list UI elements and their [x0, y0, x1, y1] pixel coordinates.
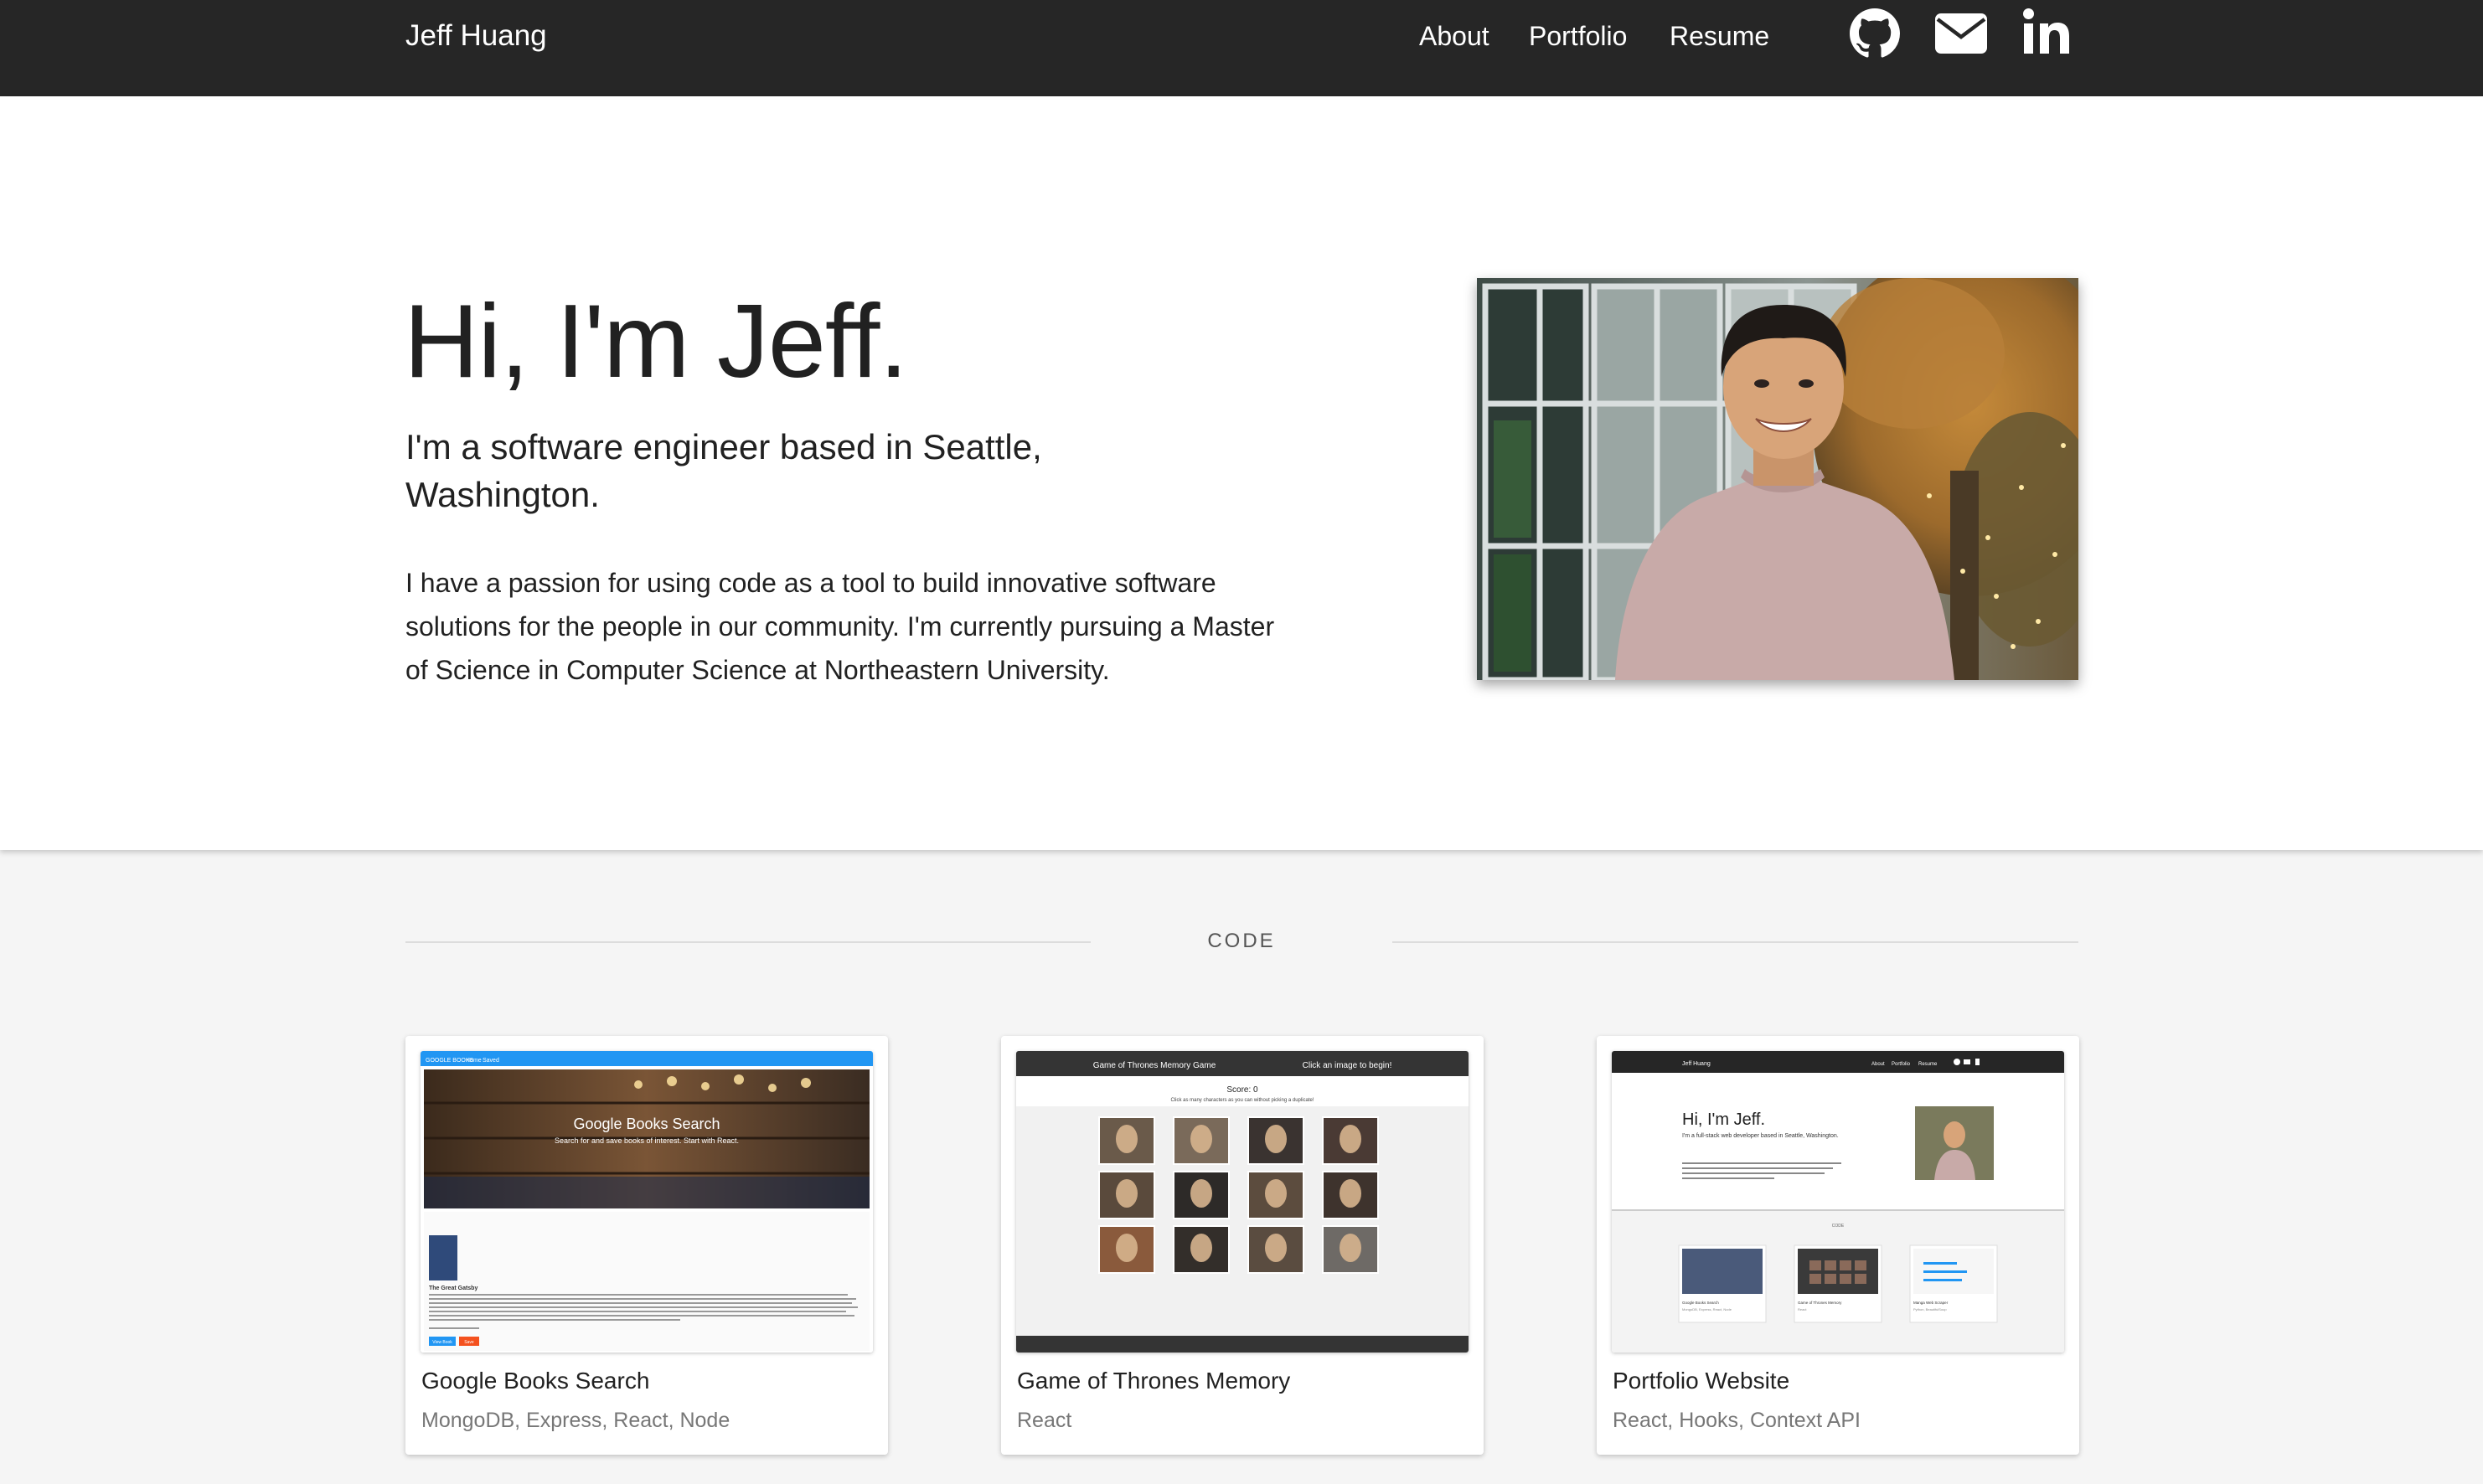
project-screenshot[interactable]: GOOGLE BOOKS Home Saved Google Books Sea…: [421, 1051, 873, 1353]
brand-link[interactable]: Jeff Huang: [405, 15, 547, 57]
shot-pf-card-1: Google Books Search: [1682, 1301, 1719, 1305]
project-screenshot[interactable]: Game of Thrones Memory Game Click an ima…: [1016, 1051, 1469, 1353]
shot-pf-card-1-tech: MongoDB, Express, React, Node: [1682, 1307, 1732, 1311]
shot-pf-card-3-tech: Python, BeautifulSoup: [1913, 1307, 1947, 1311]
github-icon[interactable]: [1850, 8, 1900, 59]
shot-pf-card-3: Manga Web Scraper: [1913, 1301, 1949, 1305]
shot-pf-card-2-tech: React: [1798, 1307, 1807, 1311]
shot-nav-saved: Saved: [483, 1058, 499, 1064]
shot-pf-nav-resume: Resume: [1918, 1062, 1938, 1067]
project-card-portfolio[interactable]: Jeff Huang About Portfolio Resume Hi, I'…: [1597, 1036, 2079, 1455]
envelope-icon[interactable]: [1935, 13, 1987, 54]
shot-got-header-left: Game of Thrones Memory Game: [1093, 1061, 1216, 1070]
project-card-google-books[interactable]: GOOGLE BOOKS Home Saved Google Books Sea…: [405, 1036, 888, 1455]
shot-banner-title: Google Books Search: [573, 1116, 720, 1132]
shot-pf-nav-about: About: [1871, 1062, 1885, 1067]
nav-link-resume[interactable]: Resume: [1670, 15, 1769, 57]
shot-got-score: Score: 0: [1226, 1085, 1258, 1095]
nav-link-portfolio[interactable]: Portfolio: [1529, 15, 1627, 57]
shot-pf-section: CODE: [1832, 1224, 1845, 1229]
section-divider-left: [405, 941, 1091, 943]
project-title[interactable]: Portfolio Website: [1613, 1364, 1789, 1398]
hero-bio: I have a passion for using code as a too…: [405, 568, 1275, 685]
hero-title: Hi, I'm Jeff.: [404, 284, 908, 399]
linkedin-icon[interactable]: [2022, 7, 2071, 55]
shot-save-button: Save: [464, 1340, 474, 1345]
profile-photo: [1477, 278, 2078, 680]
shot-pf-title: Hi, I'm Jeff.: [1682, 1110, 1765, 1129]
shot-got-instructions: Click as many characters as you can with…: [1170, 1098, 1314, 1103]
shot-nav-home: Home: [466, 1058, 482, 1064]
project-tech: React: [1017, 1409, 1072, 1432]
shot-pf-card-2: Game of Thrones Memory: [1798, 1301, 1842, 1305]
shot-pf-brand: Jeff Huang: [1682, 1061, 1711, 1067]
hero-subtitle: I'm a software engineer based in Seattle…: [405, 427, 1042, 514]
shot-pf-nav-portfolio: Portfolio: [1892, 1062, 1911, 1067]
shot-got-header-right: Click an image to begin!: [1303, 1061, 1392, 1070]
navbar: Jeff Huang About Portfolio Resume: [0, 0, 2483, 96]
shot-pf-sub: I'm a full-stack web developer based in …: [1682, 1133, 1839, 1139]
shot-banner-sub: Search for and save books of interest. S…: [555, 1136, 739, 1145]
shot-view-button: View Book: [432, 1340, 452, 1345]
project-tech: React, Hooks, Context API: [1613, 1409, 1861, 1432]
nav-link-about[interactable]: About: [1419, 15, 1489, 57]
project-title[interactable]: Game of Thrones Memory: [1017, 1364, 1290, 1398]
section-divider-right: [1392, 941, 2078, 943]
project-screenshot[interactable]: Jeff Huang About Portfolio Resume Hi, I'…: [1612, 1051, 2064, 1353]
section-label: CODE: [1207, 930, 1276, 952]
hero-section: Hi, I'm Jeff. I'm a software engineer ba…: [0, 96, 2483, 850]
shot-book-title: The Great Gatsby: [429, 1286, 478, 1291]
project-tech: MongoDB, Express, React, Node: [421, 1409, 730, 1432]
project-card-got-memory[interactable]: Game of Thrones Memory Game Click an ima…: [1001, 1036, 1484, 1455]
project-title[interactable]: Google Books Search: [421, 1364, 649, 1398]
